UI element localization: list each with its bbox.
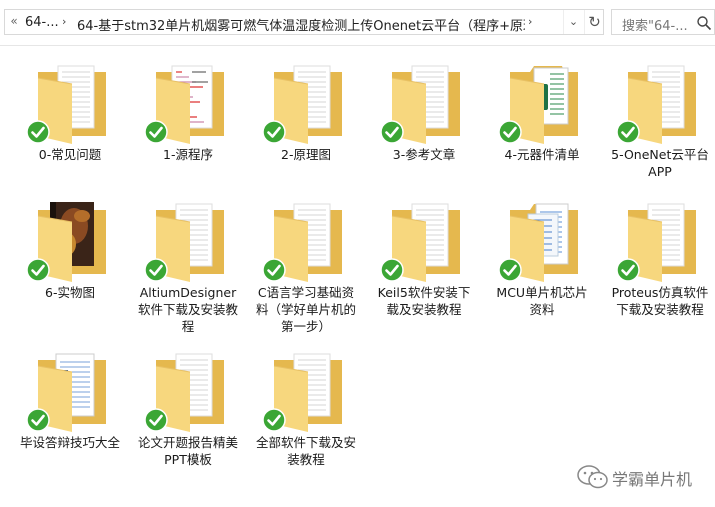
overflow-chevron-icon[interactable]: « [7, 14, 21, 28]
sync-status-check-icon [26, 258, 50, 282]
folder-item[interactable]: MCU单片机芯片资料 [492, 196, 592, 326]
address-bar-region: « 64-... › 64-基于stm32单片机烟雾可燃气体温湿度检测上传One… [0, 0, 715, 46]
sync-status-check-icon [262, 258, 286, 282]
folder-label: 1-源程序 [163, 147, 213, 162]
breadcrumb-separator-icon[interactable]: › [62, 15, 66, 28]
folder-label: C语言学习基础资料（学好单片机的第一步） [256, 285, 357, 334]
wechat-logo-icon [577, 465, 608, 489]
folder-item[interactable]: W 毕设答辩技巧大全 [20, 346, 120, 476]
sync-status-check-icon [616, 258, 640, 282]
folder-item[interactable]: C语言学习基础资料（学好单片机的第一步） [256, 196, 356, 334]
folder-icon: W [26, 346, 114, 436]
sync-status-check-icon [380, 258, 404, 282]
folder-item[interactable]: 2-原理图 [256, 58, 356, 188]
folder-label: 5-OneNet云平台APP [611, 147, 709, 179]
address-history-dropdown-icon[interactable]: ⌄ [563, 10, 583, 34]
folder-item[interactable]: 论文开题报告精美PPT模板 [138, 346, 238, 476]
folder-icon [616, 58, 704, 148]
sync-status-check-icon [498, 120, 522, 144]
address-bar[interactable]: « 64-... › 64-基于stm32单片机烟雾可燃气体温湿度检测上传One… [4, 9, 604, 35]
folder-icon [26, 196, 114, 286]
folder-icon [498, 58, 586, 148]
watermark: 学霸单片机 [574, 462, 714, 492]
folder-icon [498, 196, 586, 286]
folder-item[interactable]: 3-参考文章 [374, 58, 474, 188]
sync-status-check-icon [144, 408, 168, 432]
sync-status-check-icon [380, 120, 404, 144]
folder-label: 毕设答辩技巧大全 [20, 435, 121, 450]
folder-label: 3-参考文章 [392, 147, 456, 162]
breadcrumb-separator-icon[interactable]: › [528, 15, 532, 28]
search-box[interactable]: 搜索"64-... [611, 9, 715, 35]
folder-icon [380, 196, 468, 286]
folder-item[interactable]: 6-实物图 [20, 196, 120, 326]
watermark-text: 学霸单片机 [612, 470, 693, 489]
folder-label: 4-元器件清单 [504, 147, 580, 162]
folder-icon [380, 58, 468, 148]
search-icon[interactable] [696, 15, 712, 31]
breadcrumb-parent[interactable]: 64-... [25, 15, 59, 30]
sync-status-check-icon [616, 120, 640, 144]
folder-icon [616, 196, 704, 286]
folder-item[interactable]: 全部软件下载及安装教程 [256, 346, 356, 476]
folder-item[interactable]: 5-OneNet云平台APP [610, 58, 710, 188]
folder-icon [144, 346, 232, 436]
folder-item[interactable]: AltiumDesigner软件下载及安装教程 [138, 196, 238, 334]
folder-icon [262, 58, 350, 148]
folder-icon [262, 196, 350, 286]
folder-item[interactable]: Keil5软件安装下载及安装教程 [374, 196, 474, 326]
folder-icon [144, 58, 232, 148]
folder-label: AltiumDesigner软件下载及安装教程 [138, 285, 239, 334]
folder-label: MCU单片机芯片资料 [496, 285, 588, 317]
refresh-icon[interactable]: ↻ [584, 10, 604, 34]
folder-label: 6-实物图 [45, 285, 95, 300]
sync-status-check-icon [262, 120, 286, 144]
folder-label: 全部软件下载及安装教程 [256, 435, 357, 467]
folder-item[interactable]: 4-元器件清单 [492, 58, 592, 188]
folder-label: 论文开题报告精美PPT模板 [138, 435, 239, 467]
sync-status-check-icon [144, 258, 168, 282]
breadcrumb-current[interactable]: 64-基于stm32单片机烟雾可燃气体温湿度检测上传Onenet云平台（程序+原… [77, 15, 525, 34]
folder-label: Proteus仿真软件下载及安装教程 [611, 285, 709, 317]
sync-status-check-icon [26, 408, 50, 432]
folder-icon [26, 58, 114, 148]
folder-item[interactable]: 1-源程序 [138, 58, 238, 188]
folder-icon [144, 196, 232, 286]
folder-label: Keil5软件安装下载及安装教程 [377, 285, 471, 317]
folder-item[interactable]: Proteus仿真软件下载及安装教程 [610, 196, 710, 326]
folder-item[interactable]: 0-常见问题 [20, 58, 120, 188]
folder-label: 2-原理图 [281, 147, 331, 162]
sync-status-check-icon [262, 408, 286, 432]
folder-label: 0-常见问题 [38, 147, 102, 162]
sync-status-check-icon [144, 120, 168, 144]
sync-status-check-icon [498, 258, 522, 282]
sync-status-check-icon [26, 120, 50, 144]
search-input[interactable]: 搜索"64-... [622, 15, 688, 34]
folder-icon [262, 346, 350, 436]
